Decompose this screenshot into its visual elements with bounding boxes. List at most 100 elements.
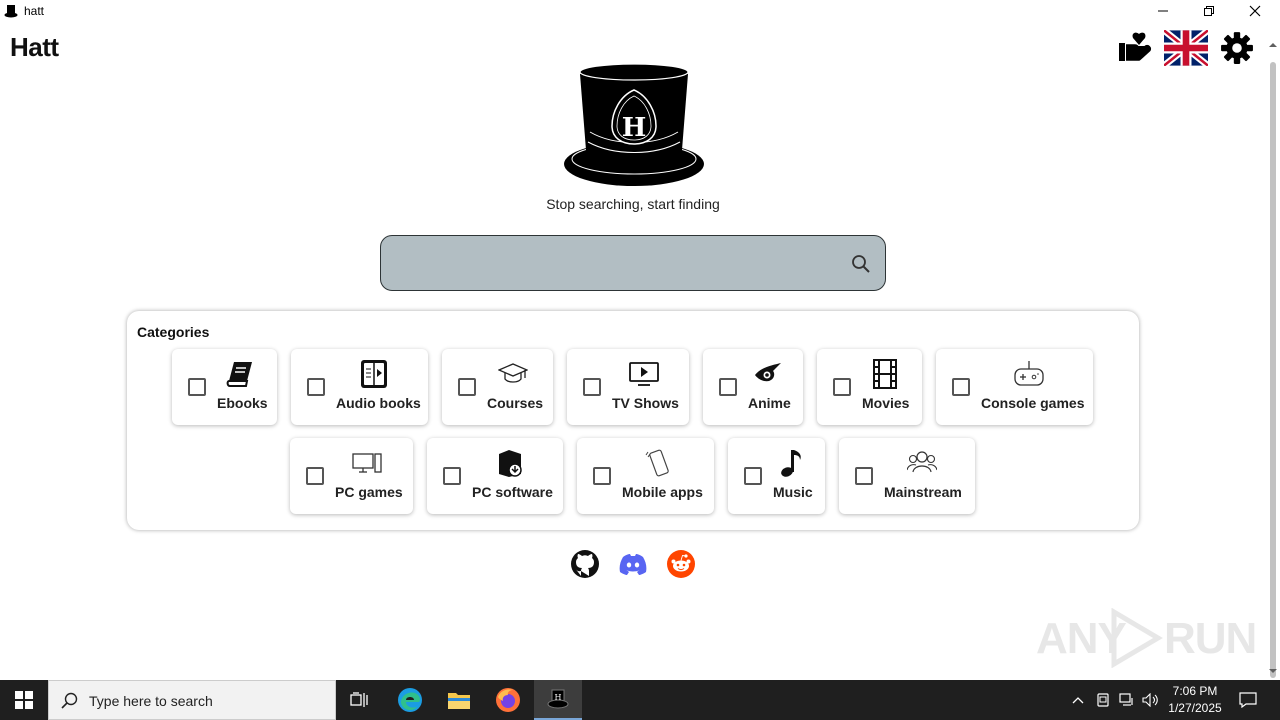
category-courses[interactable]: Courses [442, 349, 553, 425]
start-button[interactable] [0, 680, 48, 720]
clock-time: 7:06 PM [1172, 684, 1218, 698]
scroll-up-icon[interactable] [1268, 40, 1278, 50]
checkbox[interactable] [593, 467, 611, 485]
device-icon [1097, 693, 1109, 707]
category-console-games[interactable]: Console games [936, 349, 1093, 425]
film-strip-icon [873, 359, 897, 389]
checkbox[interactable] [744, 467, 762, 485]
taskbar-search[interactable]: Type here to search [48, 680, 336, 720]
restore-button[interactable] [1186, 0, 1232, 22]
tray-volume[interactable] [1140, 680, 1162, 720]
close-button[interactable] [1232, 0, 1278, 22]
vertical-scrollbar[interactable] [1266, 22, 1280, 680]
category-ebooks[interactable]: Ebooks [172, 349, 277, 425]
tray-overflow-button[interactable] [1066, 680, 1090, 720]
checkbox[interactable] [952, 378, 970, 396]
category-label: Music [773, 484, 813, 500]
category-label: Audio books [336, 395, 421, 411]
scroll-down-icon[interactable] [1268, 666, 1278, 676]
tv-icon [629, 362, 659, 386]
tagline: Stop searching, start finding [546, 196, 720, 212]
audiobook-icon [361, 360, 387, 388]
category-music[interactable]: Music [728, 438, 825, 514]
category-label: Courses [487, 395, 544, 411]
anime-eye-icon [755, 363, 781, 382]
category-label: Mainstream [884, 484, 962, 500]
category-mobile-apps[interactable]: Mobile apps [577, 438, 714, 514]
notification-icon [1239, 692, 1257, 708]
taskbar-file-explorer[interactable] [435, 680, 483, 720]
pc-icon [352, 453, 382, 473]
clock-date: 1/27/2025 [1168, 701, 1222, 715]
categories-panel: Categories Ebooks Audio books Courses TV… [127, 311, 1139, 530]
taskbar: Type here to search H 7:06 PM 1/27/2025 [0, 680, 1280, 720]
language-selector[interactable] [1164, 30, 1208, 66]
gamepad-icon [1014, 361, 1044, 386]
task-view-button[interactable] [336, 680, 384, 720]
checkbox[interactable] [188, 378, 206, 396]
category-label: Ebooks [217, 395, 268, 411]
checkbox[interactable] [443, 467, 461, 485]
taskbar-hatt[interactable]: H [534, 680, 582, 720]
category-audio-books[interactable]: Audio books [291, 349, 428, 425]
checkbox[interactable] [719, 378, 737, 396]
categories-title: Categories [137, 324, 210, 340]
taskbar-clock[interactable]: 7:06 PM 1/27/2025 [1160, 683, 1230, 717]
category-label: Mobile apps [622, 484, 703, 500]
reddit-icon[interactable] [666, 549, 696, 579]
minimize-button[interactable] [1140, 0, 1186, 22]
category-label: Console games [981, 395, 1085, 411]
notifications-button[interactable] [1234, 680, 1262, 720]
checkbox[interactable] [307, 378, 325, 396]
play-icon [1111, 608, 1163, 668]
category-tv-shows[interactable]: TV Shows [567, 349, 689, 425]
folder-icon [448, 693, 470, 709]
close-icon [1249, 5, 1261, 17]
window-title: hatt [24, 4, 45, 18]
category-movies[interactable]: Movies [817, 349, 922, 425]
search-icon[interactable] [851, 254, 871, 274]
checkbox[interactable] [833, 378, 851, 396]
category-mainstream[interactable]: Mainstream [839, 438, 975, 514]
tray-network[interactable] [1116, 680, 1138, 720]
scroll-thumb[interactable] [1270, 62, 1276, 678]
checkbox[interactable] [583, 378, 601, 396]
checkbox[interactable] [458, 378, 476, 396]
restore-icon [1204, 6, 1214, 16]
hatt-logo: H [564, 63, 704, 186]
logo-letter: H [622, 113, 647, 143]
category-label: PC games [335, 484, 403, 500]
firefox-icon [496, 688, 520, 712]
window-titlebar: hatt [0, 0, 1280, 22]
windows-icon [15, 691, 33, 709]
software-box-icon [499, 450, 522, 477]
checkbox[interactable] [306, 467, 324, 485]
search-box[interactable] [380, 235, 886, 291]
settings-button[interactable] [1220, 30, 1256, 66]
category-label: Anime [748, 395, 791, 411]
hand-heart-icon [1119, 32, 1151, 61]
network-icon [1119, 693, 1133, 706]
category-pc-software[interactable]: PC software [427, 438, 563, 514]
search-input[interactable] [397, 246, 837, 280]
category-label: TV Shows [612, 395, 679, 411]
taskbar-edge[interactable] [386, 680, 434, 720]
music-note-icon [781, 450, 801, 477]
category-label: PC software [472, 484, 553, 500]
graduation-cap-icon [498, 363, 528, 383]
chevron-up-icon [1072, 697, 1084, 704]
category-pc-games[interactable]: PC games [290, 438, 413, 514]
tray-network-device[interactable] [1092, 680, 1114, 720]
category-anime[interactable]: Anime [703, 349, 803, 425]
book-icon [226, 362, 252, 387]
hatt-app-icon [4, 5, 18, 18]
github-icon[interactable] [570, 549, 600, 579]
checkbox[interactable] [855, 467, 873, 485]
donate-button[interactable] [1117, 30, 1153, 66]
discord-icon[interactable] [618, 549, 648, 579]
taskbar-firefox[interactable] [484, 680, 532, 720]
hatt-app-icon: H [547, 689, 569, 709]
people-icon [907, 451, 937, 473]
anyrun-watermark: ANY RUN [1036, 606, 1257, 672]
gear-icon [1221, 32, 1253, 64]
